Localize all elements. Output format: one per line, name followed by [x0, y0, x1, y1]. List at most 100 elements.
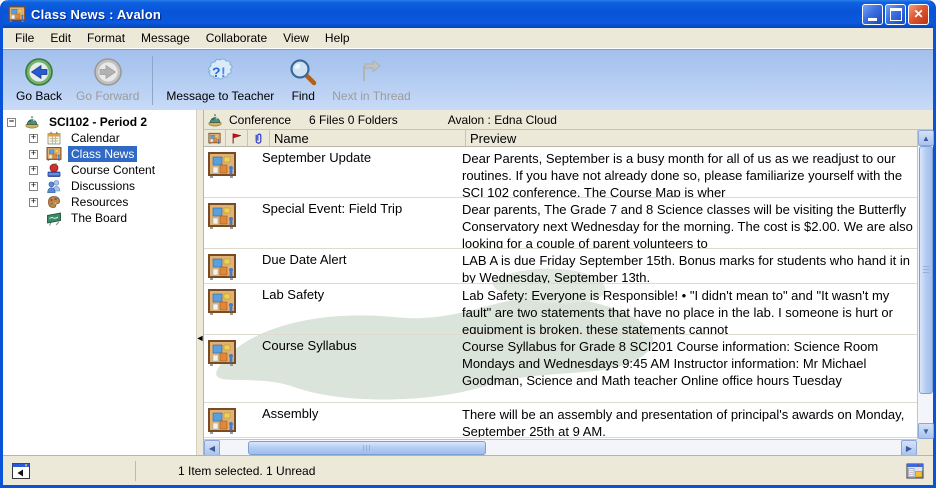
expand-icon[interactable] [29, 150, 38, 159]
menu-view[interactable]: View [275, 29, 317, 47]
menu-collaborate[interactable]: Collaborate [198, 29, 275, 47]
item-name: Special Event: Field Trip [262, 198, 458, 248]
course-icon [24, 114, 40, 130]
bulletin-board-icon [207, 150, 237, 180]
find-icon [288, 57, 318, 87]
menu-edit[interactable]: Edit [42, 29, 79, 47]
close-button[interactable] [908, 4, 929, 25]
vertical-scroll-thumb[interactable] [919, 146, 933, 394]
list-item[interactable]: September Update Dear Parents, September… [204, 147, 917, 198]
vertical-scroll-track[interactable] [918, 394, 933, 423]
scroll-up-icon[interactable] [918, 130, 934, 146]
go-back-button[interactable]: Go Back [9, 53, 69, 108]
item-preview: Course Syllabus for Grade 8 SCI201 Cours… [458, 335, 917, 402]
column-header-row: Name Preview [204, 130, 917, 147]
bulletin-board-icon [207, 287, 237, 317]
menu-message[interactable]: Message [133, 29, 198, 47]
apple-book-icon [46, 162, 62, 178]
people-icon [46, 178, 62, 194]
scrollbar-corner [917, 439, 933, 455]
item-preview: Dear parents, The Grade 7 and 8 Science … [458, 198, 917, 248]
item-preview: LAB A is due Friday September 15th. Bonu… [458, 249, 917, 283]
list-item[interactable]: Course Syllabus Course Syllabus for Grad… [204, 335, 917, 403]
conference-type: Conference [229, 113, 291, 127]
status-text: 1 Item selected. 1 Unread [178, 464, 905, 478]
conference-icon [207, 112, 223, 128]
column-name[interactable]: Name [270, 130, 466, 146]
item-name: Course Syllabus [262, 335, 458, 402]
horizontal-scrollbar[interactable] [204, 439, 917, 455]
menu-file[interactable]: File [7, 29, 42, 47]
layout-view-icon[interactable] [905, 461, 925, 481]
tree-item-resources[interactable]: Resources [3, 194, 196, 210]
status-divider [135, 461, 136, 481]
flag-icon [230, 132, 243, 145]
conference-info-bar: Conference 6 Files 0 Folders Avalon : Ed… [204, 110, 933, 130]
tree-item-calendar[interactable]: Calendar [3, 130, 196, 146]
column-preview[interactable]: Preview [466, 130, 917, 146]
palette-icon [46, 194, 62, 210]
paperclip-icon [252, 132, 265, 145]
item-type-icon [208, 132, 221, 145]
main-area: SCI102 - Period 2 Calendar Class News Co… [3, 110, 933, 455]
list-item[interactable]: Special Event: Field Trip Dear parents, … [204, 198, 917, 249]
menu-help[interactable]: Help [317, 29, 358, 47]
tree-item-sci102[interactable]: SCI102 - Period 2 [3, 114, 196, 130]
minimize-button[interactable] [862, 4, 883, 25]
window-title: Class News : Avalon [31, 7, 860, 22]
expand-icon[interactable] [29, 166, 38, 175]
message-to-teacher-button[interactable]: Message to Teacher [159, 53, 281, 108]
collapse-icon[interactable] [7, 118, 16, 127]
column-item-type[interactable] [204, 130, 226, 146]
horizontal-scroll-track[interactable] [486, 440, 901, 455]
scroll-right-icon[interactable] [901, 440, 917, 456]
folder-tree: SCI102 - Period 2 Calendar Class News Co… [3, 110, 196, 455]
item-name: September Update [262, 147, 458, 197]
toggle-panel-icon[interactable] [11, 461, 31, 481]
toolbar: Go Back Go Forward Message to Teacher Fi… [3, 49, 933, 110]
message-to-teacher-icon [205, 57, 235, 87]
bulletin-board-icon [46, 146, 62, 162]
title-bar: Class News : Avalon [3, 0, 933, 28]
item-preview: Dear Parents, September is a busy month … [458, 147, 917, 197]
next-in-thread-icon [356, 57, 386, 87]
menu-format[interactable]: Format [79, 29, 133, 47]
app-window: Class News : Avalon File Edit Format Mes… [0, 0, 936, 488]
status-bar: 1 Item selected. 1 Unread [3, 455, 933, 485]
item-preview: There will be an assembly and presentati… [458, 403, 917, 437]
column-attachment[interactable] [248, 130, 270, 146]
tree-item-course-content[interactable]: Course Content [3, 162, 196, 178]
message-list: September Update Dear Parents, September… [204, 147, 917, 439]
column-flag[interactable] [226, 130, 248, 146]
list-item[interactable]: Due Date Alert LAB A is due Friday Septe… [204, 249, 917, 284]
find-button[interactable]: Find [281, 53, 325, 108]
maximize-button[interactable] [885, 4, 906, 25]
tree-item-discussions[interactable]: Discussions [3, 178, 196, 194]
list-body: Name Preview September Update Dear Paren… [204, 130, 933, 455]
tree-item-the-board[interactable]: The Board [3, 210, 196, 226]
app-icon [8, 5, 26, 23]
tree-item-class-news[interactable]: Class News [3, 146, 196, 162]
file-folder-count: 6 Files 0 Folders [309, 113, 398, 127]
calendar-icon [46, 130, 62, 146]
horizontal-scroll-thumb[interactable] [248, 441, 486, 455]
scroll-down-icon[interactable] [918, 423, 934, 439]
expand-icon[interactable] [29, 134, 38, 143]
scroll-left-icon[interactable] [204, 440, 220, 456]
next-in-thread-button: Next in Thread [325, 53, 418, 108]
item-name: Due Date Alert [262, 249, 458, 283]
list-item[interactable]: Lab Safety Lab Safety: Everyone is Respo… [204, 284, 917, 335]
panel-splitter[interactable] [196, 110, 203, 455]
expand-icon[interactable] [29, 182, 38, 191]
expand-icon[interactable] [29, 198, 38, 207]
item-name: Assembly [262, 403, 458, 437]
vertical-scrollbar[interactable] [917, 130, 933, 439]
toolbar-separator [152, 56, 153, 105]
go-back-icon [24, 57, 54, 87]
menu-bar: File Edit Format Message Collaborate Vie… [3, 28, 933, 49]
conference-location: Avalon : Edna Cloud [448, 113, 557, 127]
bulletin-board-icon [207, 252, 237, 282]
bulletin-board-icon [207, 338, 237, 368]
bulletin-board-icon [207, 201, 237, 231]
list-item[interactable]: Assembly There will be an assembly and p… [204, 403, 917, 438]
